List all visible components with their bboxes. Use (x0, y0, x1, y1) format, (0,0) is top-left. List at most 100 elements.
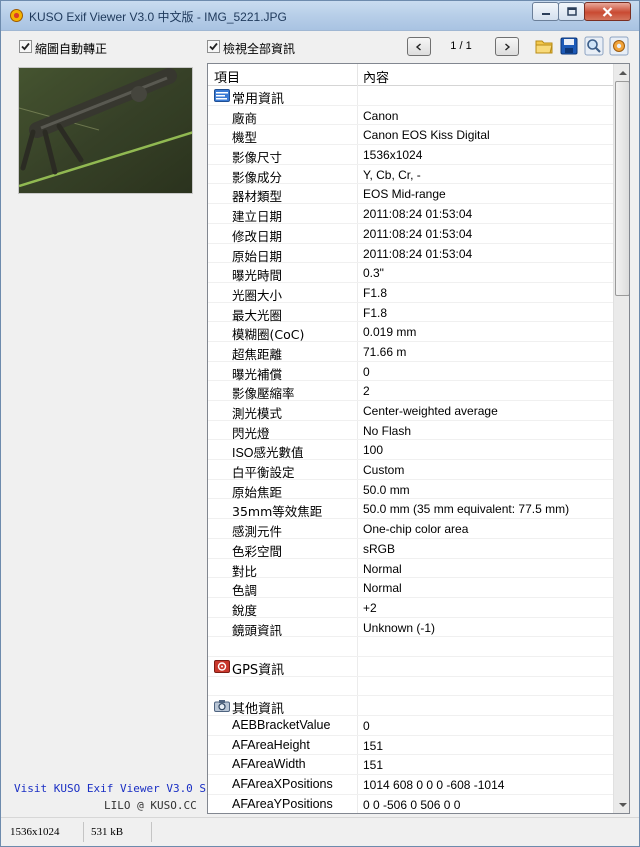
row-key: 廠商 (232, 110, 258, 126)
view-all-label[interactable]: 檢視全部資訊 (223, 40, 295, 57)
table-row[interactable]: 感測元件 One-chip color area (208, 519, 613, 539)
row-key: 鏡頭資訊 (232, 622, 283, 638)
scrollbar-thumb[interactable] (615, 81, 629, 296)
photo-thumbnail (18, 67, 193, 194)
row-value: 50.0 mm (363, 482, 410, 497)
save-disk-icon[interactable] (559, 36, 579, 56)
table-row[interactable]: 色調 Normal (208, 578, 613, 598)
table-row[interactable]: 色彩空間 sRGB (208, 538, 613, 559)
row-value: EOS Mid-range (363, 187, 446, 202)
scroll-up-button[interactable] (615, 64, 629, 81)
row-key: 模糊圈(CoC) (232, 327, 305, 343)
row-value: Canon EOS Kiss Digital (363, 128, 490, 143)
row-value: F1.8 (363, 305, 388, 320)
row-key: 35mm等效焦距 (232, 504, 323, 520)
section-header[interactable]: 常用資訊 (208, 86, 613, 107)
camera-icon (214, 700, 230, 713)
row-value: 0 0 -506 0 506 0 0 (363, 797, 461, 812)
table-row[interactable]: 建立日期 2011:08:24 01:53:04 (208, 204, 613, 224)
table-row[interactable]: 35mm等效焦距 50.0 mm (35 mm equivalent: 77.5 … (208, 499, 613, 519)
checkmark-icon (209, 42, 218, 51)
table-row[interactable]: 器材類型 EOS Mid-range (208, 184, 613, 204)
table-row[interactable]: 廠商 Canon (208, 105, 613, 126)
column-header-item[interactable]: 項目 (214, 67, 240, 86)
section-header[interactable]: GPS資訊 (208, 656, 613, 678)
table-row[interactable]: AFAreaXPositions 1014 608 0 0 0 -608 -101… (208, 775, 613, 795)
table-row[interactable]: 影像尺寸 1536x1024 (208, 145, 613, 165)
table-row[interactable]: 鏡頭資訊 Unknown (-1) (208, 617, 613, 638)
row-value: 2011:08:24 01:53:04 (363, 226, 473, 241)
table-row[interactable]: 光圈大小 F1.8 (208, 282, 613, 303)
table-row[interactable]: 模糊圈(CoC) 0.019 mm (208, 322, 613, 342)
arrow-left-icon (415, 42, 421, 51)
row-key: 曝光補償 (232, 366, 283, 382)
table-row[interactable]: ISO感光數值 100 (208, 440, 613, 460)
settings-gear-icon[interactable] (609, 36, 629, 56)
row-value: Custom (363, 463, 405, 478)
close-button[interactable] (584, 2, 631, 21)
app-icon (10, 9, 23, 22)
row-key: 影像尺寸 (232, 150, 283, 166)
section-header[interactable]: 其他資訊 (208, 696, 613, 717)
table-row[interactable]: 原始日期 2011:08:24 01:53:04 (208, 243, 613, 264)
table-row[interactable]: 影像壓縮率 2 (208, 381, 613, 401)
grid-header: 項目 內容 (208, 64, 613, 86)
table-row[interactable]: 曝光時間 0.3" (208, 263, 613, 283)
table-row[interactable]: AEBBracketValue 0 (208, 716, 613, 736)
table-row[interactable]: 影像成分 Y, Cb, Cr, - (208, 164, 613, 185)
prev-button[interactable] (407, 37, 431, 56)
row-key: 測光模式 (232, 406, 283, 421)
row-value: 0.3" (363, 266, 384, 281)
row-key: 光圈大小 (232, 287, 283, 303)
auto-rotate-label[interactable]: 縮圖自動轉正 (35, 40, 107, 57)
row-value: 2011:08:24 01:53:04 (363, 207, 473, 222)
table-row[interactable]: 曝光補償 0 (208, 361, 613, 382)
table-row[interactable]: AFAreaHeight 151 (208, 735, 613, 756)
table-row[interactable]: AFAreaYPositions 0 0 -506 0 506 0 0 (208, 794, 613, 813)
status-file-size: 531 kB (91, 826, 124, 838)
row-key: AFAreaXPositions (232, 777, 333, 792)
next-button[interactable] (495, 37, 519, 56)
row-value: 0 (363, 719, 370, 733)
row-value: Center-weighted average (363, 404, 498, 418)
checkmark-icon (21, 42, 30, 51)
row-key: AFAreaWidth (232, 757, 306, 772)
table-row[interactable]: 銳度 +2 (208, 597, 613, 618)
row-key: 原始焦距 (232, 484, 283, 500)
row-value: 151 (363, 738, 384, 753)
row-value: 100 (363, 443, 384, 458)
table-row[interactable]: 閃光燈 No Flash (208, 420, 613, 441)
toolbar: 縮圖自動轉正 檢視全部資訊 1 / 1 (1, 32, 639, 62)
arrow-right-icon (505, 42, 511, 51)
minimize-button[interactable] (532, 2, 559, 21)
auto-rotate-checkbox[interactable] (19, 40, 32, 53)
row-key: 白平衡設定 (232, 465, 295, 481)
table-row[interactable]: 最大光圈 F1.8 (208, 302, 613, 323)
vertical-scrollbar[interactable] (613, 64, 629, 813)
table-row[interactable]: 測光模式 Center-weighted average (208, 401, 613, 421)
row-key: 機型 (232, 130, 258, 146)
gps-icon (214, 659, 230, 673)
maximize-icon (566, 7, 577, 16)
zoom-magnifier-icon[interactable] (584, 36, 604, 56)
row-key: 曝光時間 (232, 268, 283, 284)
table-row[interactable]: 原始焦距 50.0 mm (208, 479, 613, 500)
table-row[interactable]: 白平衡設定 Custom (208, 460, 613, 480)
row-value: F1.8 (363, 285, 388, 300)
row-value: One-chip color area (363, 522, 469, 537)
title-bar[interactable]: KUSO Exif Viewer V3.0 中文版 - IMG_5221.JPG (1, 1, 639, 31)
open-folder-icon[interactable] (534, 36, 554, 56)
column-header-content[interactable]: 內容 (363, 67, 389, 86)
table-row[interactable]: 對比 Normal (208, 558, 613, 579)
maximize-button[interactable] (558, 2, 585, 21)
table-row[interactable]: 超焦距離 71.66 m (208, 341, 613, 362)
table-row[interactable]: 修改日期 2011:08:24 01:53:04 (208, 223, 613, 244)
row-value: Normal (363, 561, 402, 576)
site-link[interactable]: Visit KUSO Exif Viewer V3.0 Site (14, 782, 226, 795)
scroll-down-button[interactable] (615, 796, 629, 813)
view-all-checkbox[interactable] (207, 40, 220, 53)
row-key: 器材類型 (232, 189, 283, 205)
table-row[interactable]: AFAreaWidth 151 (208, 755, 613, 776)
table-row[interactable]: 機型 Canon EOS Kiss Digital (208, 125, 613, 145)
row-value: 2011:08:24 01:53:04 (363, 246, 473, 261)
